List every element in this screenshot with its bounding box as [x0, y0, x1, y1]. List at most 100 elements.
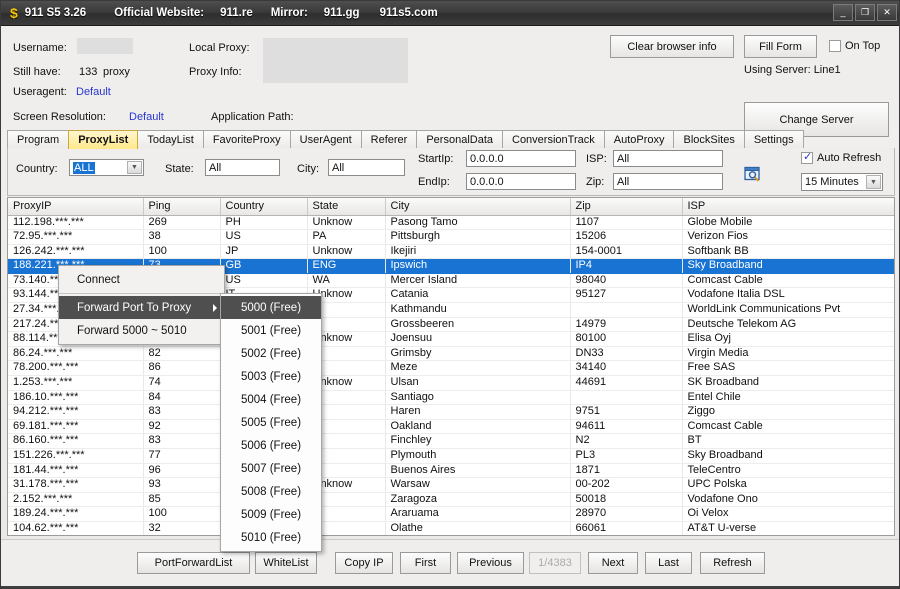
copy-ip-button[interactable]: Copy IP — [335, 552, 393, 574]
isp-input[interactable]: All — [613, 150, 723, 167]
column-header-state[interactable]: State — [307, 198, 386, 216]
submenu-item-5006[interactable]: 5006 (Free) — [221, 434, 321, 457]
submenu-item-5000[interactable]: 5000 (Free) — [221, 296, 321, 319]
submenu-item-5008[interactable]: 5008 (Free) — [221, 480, 321, 503]
mirror-label: Mirror: — [270, 7, 308, 19]
tab-personaldata[interactable]: PersonalData — [416, 130, 503, 149]
maximize-icon[interactable]: ❐ — [855, 4, 875, 21]
table-row[interactable]: 86.160.***.*** 83 Finchley N2 BT — [8, 433, 894, 449]
menu-item-forward-5000-5010[interactable]: Forward 5000 ~ 5010 — [59, 319, 224, 342]
white-list-button[interactable]: WhiteList — [255, 552, 317, 574]
table-row[interactable]: 112.198.***.*** 269 PH Unknow Pasong Tamo 110… — [8, 215, 894, 231]
cell-isp: Globe Mobile — [682, 215, 894, 231]
auto-refresh-checkbox[interactable]: Auto Refresh — [801, 150, 881, 164]
country-label: Country: — [16, 163, 58, 175]
column-header-city[interactable]: City — [385, 198, 571, 216]
tab-todaylist[interactable]: TodayList — [137, 130, 204, 149]
zip-input[interactable]: All — [613, 173, 723, 190]
last-button[interactable]: Last — [645, 552, 692, 574]
table-row[interactable]: 104.62.***.*** 32 Olathe 66061 AT&T U-verse — [8, 521, 894, 535]
column-header-country[interactable]: Country — [220, 198, 308, 216]
previous-button[interactable]: Previous — [457, 552, 524, 574]
cell-zip: 44691 — [570, 375, 683, 391]
mirror-value[interactable]: 911.gg — [324, 7, 360, 19]
clear-browser-info-button[interactable]: Clear browser info — [610, 35, 734, 58]
screen-resolution-value[interactable]: Default — [129, 111, 164, 123]
minimize-icon[interactable]: _ — [833, 4, 853, 21]
table-row[interactable]: 31.178.***.*** 93 Unknow Warsaw 00-202 UPC Po… — [8, 477, 894, 493]
table-row[interactable]: 72.95.***.*** 38 US PA Pittsburgh 15206 Verizo… — [8, 229, 894, 245]
submenu-item-5005[interactable]: 5005 (Free) — [221, 411, 321, 434]
tab-useragent[interactable]: UserAgent — [289, 130, 362, 149]
submenu-item-5007[interactable]: 5007 (Free) — [221, 457, 321, 480]
table-row[interactable]: 189.24.***.*** 100 Araruama 28970 Oi Velox — [8, 506, 894, 522]
tab-referer[interactable]: Referer — [360, 130, 418, 149]
context-menu[interactable]: Connect Forward Port To Proxy Forward 5000… — [58, 265, 225, 345]
submenu-item-5010[interactable]: 5010 (Free) — [221, 526, 321, 549]
table-row[interactable]: 2.152.***.*** 85 Zaragoza 50018 Vodafone Ono — [8, 492, 894, 508]
column-header-proxyip[interactable]: ProxyIP — [8, 198, 144, 216]
tab-proxylist[interactable]: ProxyList — [68, 130, 139, 149]
state-input[interactable]: All — [205, 159, 280, 176]
official-website-value[interactable]: 911.re — [220, 7, 253, 19]
column-header-ping[interactable]: Ping — [143, 198, 221, 216]
tab-conversiontrack[interactable]: ConversionTrack — [502, 130, 605, 149]
table-row[interactable]: 126.242.***.*** 100 JP Unknow Ikejiri 154-000… — [8, 244, 894, 260]
on-top-checkbox[interactable]: On Top — [829, 40, 880, 52]
tab-autoproxy[interactable]: AutoProxy — [603, 130, 675, 149]
table-row[interactable]: 151.226.***.*** 77 Plymouth PL3 Sky Broadban… — [8, 448, 894, 464]
proxy-list-table[interactable]: ProxyIP Ping Country State City Zip ISP 112.19… — [7, 197, 895, 536]
tab-settings[interactable]: Settings — [743, 130, 804, 149]
table-row[interactable]: 78.200.***.***86CMeze34140Free SAS — [8, 360, 894, 377]
cell-ip: 126.242.***.*** — [8, 244, 144, 260]
column-header-isp[interactable]: ISP — [682, 198, 894, 216]
submenu-item-5004[interactable]: 5004 (Free) — [221, 388, 321, 411]
chevron-down-icon[interactable]: ▼ — [866, 175, 881, 189]
refresh-interval-combobox[interactable]: 15 Minutes ▼ — [801, 173, 883, 191]
refresh-button[interactable]: Refresh — [700, 552, 765, 574]
port-submenu[interactable]: 5000 (Free) 5001 (Free) 5002 (Free) 5003 (F… — [220, 293, 322, 552]
cell-isp: BT — [682, 433, 894, 449]
submenu-item-5002[interactable]: 5002 (Free) — [221, 342, 321, 365]
useragent-value[interactable]: Default — [76, 86, 111, 98]
cell-isp: WorldLink Communications Pvt — [682, 302, 894, 318]
startip-input[interactable]: 0.0.0.0 — [466, 150, 576, 167]
endip-input[interactable]: 0.0.0.0 — [466, 173, 576, 190]
submenu-item-5001[interactable]: 5001 (Free) — [221, 319, 321, 342]
close-icon[interactable]: ✕ — [877, 4, 897, 21]
cell-isp: Comcast Cable — [682, 273, 894, 289]
submenu-item-5003[interactable]: 5003 (Free) — [221, 365, 321, 388]
table-row[interactable]: 94.212.***.*** 83 Haren 9751 Ziggo — [8, 404, 894, 420]
alt-site-link[interactable]: 911s5.com — [380, 7, 438, 19]
cell-isp: Verizon Fios — [682, 229, 894, 245]
refresh-interval-value: 15 Minutes — [805, 176, 859, 188]
on-top-checkbox-box[interactable] — [829, 40, 841, 52]
city-input[interactable]: All — [328, 159, 405, 176]
chevron-down-icon[interactable]: ▼ — [127, 161, 142, 174]
tab-favoriteproxy[interactable]: FavoriteProxy — [202, 130, 291, 149]
proxy-info-field[interactable] — [263, 38, 408, 83]
menu-item-forward-port-to-proxy[interactable]: Forward Port To Proxy — [59, 296, 224, 319]
cell-city: Zaragoza — [385, 492, 571, 508]
search-icon[interactable] — [744, 166, 762, 184]
tab-blocksites[interactable]: BlockSites — [673, 130, 745, 149]
column-header-zip[interactable]: Zip — [570, 198, 683, 216]
cell-city: Ikejiri — [385, 244, 571, 260]
table-row[interactable]: 181.44.***.*** 96 Buenos Aires 1871 TeleCent… — [8, 463, 894, 479]
auto-refresh-checkbox-box[interactable] — [801, 150, 813, 164]
next-button[interactable]: Next — [588, 552, 638, 574]
table-row[interactable]: 186.10.***.*** 84 Santiago Entel Chile — [8, 390, 894, 406]
cell-city: Finchley — [385, 433, 571, 449]
table-row[interactable]: 86.24.***.*** 82 Grimsby DN33 Virgin Media — [8, 346, 894, 362]
username-field[interactable] — [77, 38, 133, 54]
country-combobox[interactable]: ALL ▼ — [69, 159, 144, 176]
fill-form-button[interactable]: Fill Form — [744, 35, 817, 58]
tab-program[interactable]: Program — [7, 130, 70, 149]
table-row[interactable]: 1.253.***.*** 74 Unknow Ulsan 44691 SK Broadb… — [8, 375, 894, 391]
port-forward-list-button[interactable]: PortForwardList — [137, 552, 250, 574]
submenu-item-5009[interactable]: 5009 (Free) — [221, 503, 321, 526]
first-button[interactable]: First — [400, 552, 451, 574]
menu-item-connect[interactable]: Connect — [59, 268, 224, 291]
table-row[interactable]: 69.181.***.*** 92 Oakland 94611 Comcast Cabl… — [8, 419, 894, 435]
cell-isp: Deutsche Telekom AG — [682, 317, 894, 333]
